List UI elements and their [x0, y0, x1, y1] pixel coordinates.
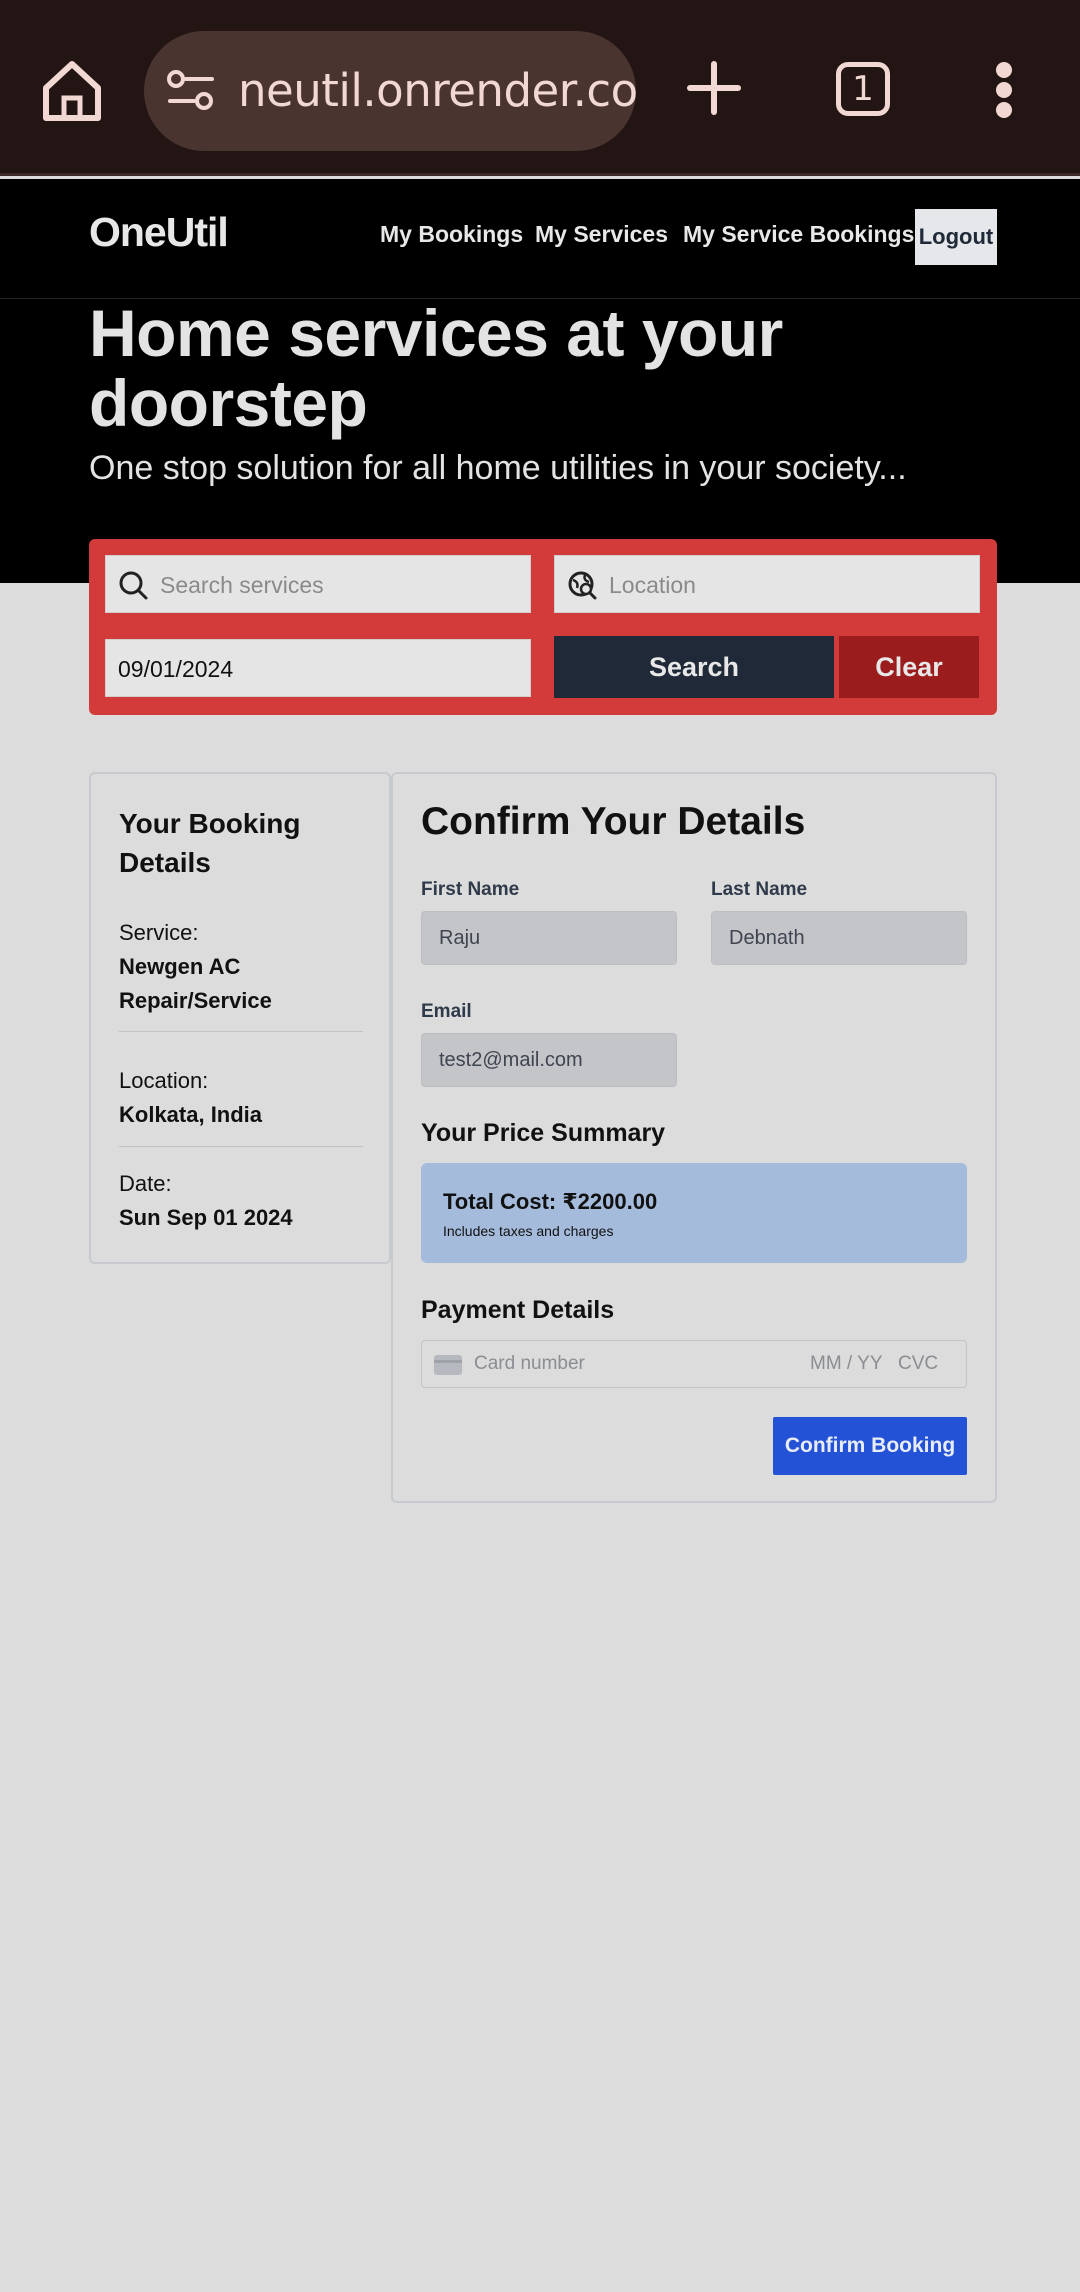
- email-field[interactable]: test2@mail.com: [421, 1033, 677, 1087]
- booking-details-title: Your Booking Details: [119, 808, 301, 878]
- site-logo[interactable]: OneUtil: [89, 209, 229, 256]
- address-bar[interactable]: neutil.onrender.com: [144, 31, 636, 151]
- divider: [119, 1031, 363, 1032]
- confirm-booking-button[interactable]: Confirm Booking: [773, 1417, 967, 1475]
- hero-section: OneUtil My Bookings My Services My Servi…: [0, 179, 1080, 583]
- service-label: Service:: [119, 920, 199, 945]
- tab-switcher-icon[interactable]: 1: [836, 62, 890, 116]
- hero-subtitle: One stop solution for all home utilities…: [89, 449, 907, 487]
- search-icon: [119, 571, 148, 600]
- hero-title: Home services at your doorstep: [89, 296, 783, 440]
- nav-my-services[interactable]: My Services: [535, 221, 668, 248]
- location-label: Location:: [119, 1068, 209, 1093]
- last-name-field[interactable]: Debnath: [711, 911, 967, 965]
- email-label: Email: [421, 1001, 472, 1022]
- new-tab-icon[interactable]: [684, 58, 744, 118]
- expiry-placeholder: MM / YY: [810, 1353, 883, 1374]
- booking-details-card: Your Booking Details Service: Newgen AC …: [89, 772, 391, 1264]
- date-label: Date:: [119, 1171, 172, 1196]
- first-name-label: First Name: [421, 879, 520, 900]
- service-search-placeholder: Search services: [160, 572, 324, 598]
- url-text: neutil.onrender.com: [238, 64, 636, 117]
- site-settings-icon[interactable]: [166, 69, 216, 113]
- site-navbar: OneUtil My Bookings My Services My Servi…: [0, 179, 1080, 299]
- divider: [119, 1146, 363, 1147]
- nav-my-service-bookings[interactable]: My Service Bookings: [683, 221, 914, 248]
- more-vert-icon[interactable]: [990, 62, 1018, 118]
- location-input[interactable]: Location: [554, 555, 980, 613]
- search-button[interactable]: Search: [554, 636, 834, 698]
- date-value: 09/01/2024: [118, 656, 234, 682]
- cvc-placeholder: CVC: [898, 1353, 939, 1374]
- date-value: Sun Sep 01 2024: [119, 1205, 293, 1230]
- browser-toolbar: neutil.onrender.com 1: [0, 0, 1080, 176]
- location-value: Kolkata, India: [119, 1102, 263, 1127]
- search-panel: Search services Location 09/01/2024 Sear…: [89, 539, 997, 715]
- credit-card-icon: [434, 1355, 462, 1375]
- total-cost-note: Includes taxes and charges: [443, 1223, 614, 1239]
- first-name-field[interactable]: Raju: [421, 911, 677, 965]
- confirm-details-title: Confirm Your Details: [421, 800, 806, 843]
- card-input[interactable]: Card number MM / YY CVC: [421, 1340, 967, 1388]
- price-summary-box: Total Cost: ₹2200.00 Includes taxes and …: [421, 1163, 967, 1263]
- location-search-icon: [568, 571, 597, 600]
- location-placeholder: Location: [609, 572, 696, 598]
- nav-my-bookings[interactable]: My Bookings: [380, 221, 523, 248]
- payment-details-heading: Payment Details: [421, 1296, 615, 1324]
- last-name-label: Last Name: [711, 879, 808, 900]
- price-summary-heading: Your Price Summary: [421, 1119, 666, 1147]
- home-icon[interactable]: [36, 54, 108, 126]
- clear-button[interactable]: Clear: [839, 636, 979, 698]
- logout-button[interactable]: Logout: [915, 209, 997, 265]
- service-value: Newgen AC Repair/Service: [119, 954, 272, 1013]
- service-search-input[interactable]: Search services: [105, 555, 531, 613]
- total-cost: Total Cost: ₹2200.00: [443, 1189, 658, 1214]
- card-number-placeholder: Card number: [474, 1353, 585, 1374]
- date-input[interactable]: 09/01/2024: [105, 639, 531, 697]
- confirm-details-card: Confirm Your Details First Name Raju Las…: [391, 772, 997, 1503]
